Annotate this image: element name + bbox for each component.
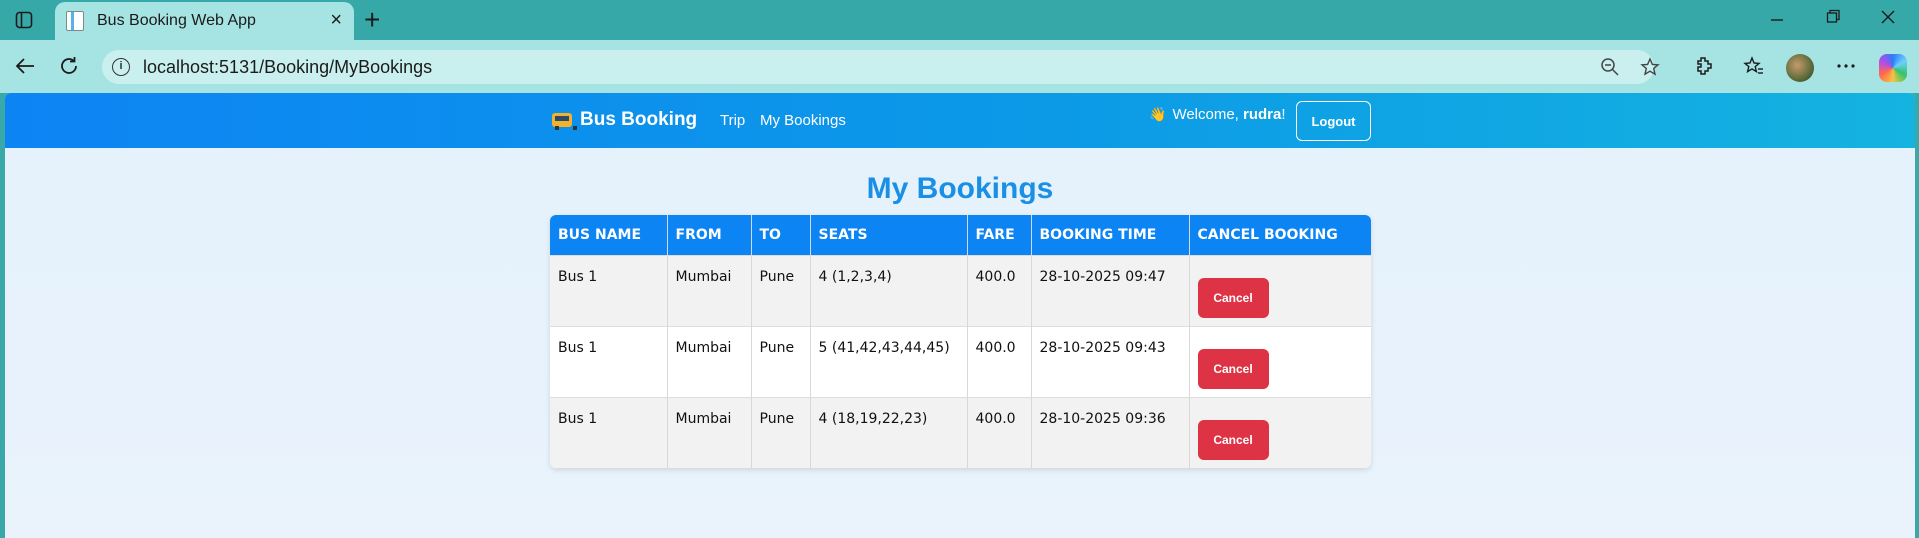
restore-icon[interactable] xyxy=(1825,6,1841,32)
brand-name: Bus Booking xyxy=(580,109,698,130)
back-arrow-icon[interactable] xyxy=(11,52,39,80)
nav-link-trip[interactable]: Trip xyxy=(720,112,745,129)
column-header-from: FROM xyxy=(667,215,752,255)
browser-tab[interactable]: Bus Booking Web App × xyxy=(55,2,354,40)
close-tab-icon[interactable]: × xyxy=(330,10,342,30)
bookings-table-container: BUS NAME FROM TO SEATS FARE BOOKING TIME… xyxy=(550,215,1371,468)
column-header-booking-time: BOOKING TIME xyxy=(1031,215,1190,255)
bookings-table: BUS NAME FROM TO SEATS FARE BOOKING TIME… xyxy=(550,215,1371,468)
more-options-icon[interactable] xyxy=(1832,52,1860,80)
copilot-icon[interactable] xyxy=(1879,54,1907,82)
table-row: Bus 1 Mumbai Pune 5 (41,42,43,44,45) 400… xyxy=(550,325,1371,397)
cell-from: Mumbai xyxy=(667,325,752,397)
favorite-star-icon[interactable] xyxy=(1638,55,1662,79)
url-text[interactable]: localhost:5131/Booking/MyBookings xyxy=(143,57,432,78)
cell-booking-time: 28-10-2025 09:47 xyxy=(1031,254,1190,326)
zoom-out-icon[interactable] xyxy=(1598,55,1622,79)
cell-fare: 400.0 xyxy=(967,396,1032,468)
site-info-icon[interactable]: i xyxy=(112,58,130,76)
cancel-booking-button[interactable]: Cancel xyxy=(1197,419,1269,460)
table-row: Bus 1 Mumbai Pune 4 (18,19,22,23) 400.0 … xyxy=(550,396,1371,468)
cell-seats: 4 (1,2,3,4) xyxy=(810,254,968,326)
close-window-icon[interactable] xyxy=(1880,6,1896,32)
extensions-icon[interactable] xyxy=(1690,52,1718,80)
welcome-prefix: Welcome, xyxy=(1172,106,1244,123)
table-header-row: BUS NAME FROM TO SEATS FARE BOOKING TIME… xyxy=(550,215,1371,255)
page-title: My Bookings xyxy=(866,172,1054,205)
column-header-bus-name: BUS NAME xyxy=(550,215,668,255)
cancel-booking-button[interactable]: Cancel xyxy=(1197,348,1269,389)
cancel-booking-button[interactable]: Cancel xyxy=(1197,277,1269,318)
logout-button[interactable]: Logout xyxy=(1296,101,1371,141)
browser-tab-bar: Bus Booking Web App × + xyxy=(0,0,1919,40)
cell-booking-time: 28-10-2025 09:43 xyxy=(1031,325,1190,397)
bus-icon xyxy=(552,113,577,130)
favorites-icon[interactable] xyxy=(1740,52,1768,80)
minimize-icon[interactable] xyxy=(1769,6,1785,32)
brand-link[interactable]: Bus Booking xyxy=(552,109,697,131)
column-header-to: TO xyxy=(751,215,811,255)
username: rudra xyxy=(1243,106,1282,123)
profile-avatar[interactable] xyxy=(1786,54,1814,82)
cell-from: Mumbai xyxy=(667,254,752,326)
refresh-icon[interactable] xyxy=(55,52,83,80)
cell-seats: 5 (41,42,43,44,45) xyxy=(810,325,968,397)
cell-seats: 4 (18,19,22,23) xyxy=(810,396,968,468)
column-header-fare: FARE xyxy=(967,215,1032,255)
cell-from: Mumbai xyxy=(667,396,752,468)
waving-hand-icon: 👋 xyxy=(1149,106,1167,122)
column-header-seats: SEATS xyxy=(810,215,968,255)
cell-fare: 400.0 xyxy=(967,325,1032,397)
cell-to: Pune xyxy=(751,254,811,326)
tab-actions-icon[interactable] xyxy=(13,9,35,31)
cell-bus-name: Bus 1 xyxy=(550,325,668,397)
new-tab-icon[interactable]: + xyxy=(364,6,380,34)
cell-bus-name: Bus 1 xyxy=(550,254,668,326)
cell-fare: 400.0 xyxy=(967,254,1032,326)
cell-bus-name: Bus 1 xyxy=(550,396,668,468)
web-page: Bus Booking Trip My Bookings 👋 Welcome, … xyxy=(5,93,1915,538)
address-bar[interactable]: i localhost:5131/Booking/MyBookings xyxy=(102,50,1660,84)
tab-title: Bus Booking Web App xyxy=(97,12,256,29)
welcome-suffix: ! xyxy=(1281,106,1286,123)
nav-link-my-bookings[interactable]: My Bookings xyxy=(760,112,846,129)
cell-booking-time: 28-10-2025 09:36 xyxy=(1031,396,1190,468)
cell-cancel: Cancel xyxy=(1189,254,1371,326)
cell-cancel: Cancel xyxy=(1189,396,1371,468)
site-navbar: Bus Booking Trip My Bookings 👋 Welcome, … xyxy=(5,93,1915,148)
cell-to: Pune xyxy=(751,396,811,468)
cell-to: Pune xyxy=(751,325,811,397)
column-header-cancel-booking: CANCEL BOOKING xyxy=(1189,215,1371,255)
page-favicon-icon xyxy=(66,11,84,31)
browser-toolbar: i localhost:5131/Booking/MyBookings xyxy=(0,40,1919,93)
cell-cancel: Cancel xyxy=(1189,325,1371,397)
table-row: Bus 1 Mumbai Pune 4 (1,2,3,4) 400.0 28-1… xyxy=(550,254,1371,326)
welcome-message: 👋 Welcome, rudra ! xyxy=(1149,106,1286,123)
